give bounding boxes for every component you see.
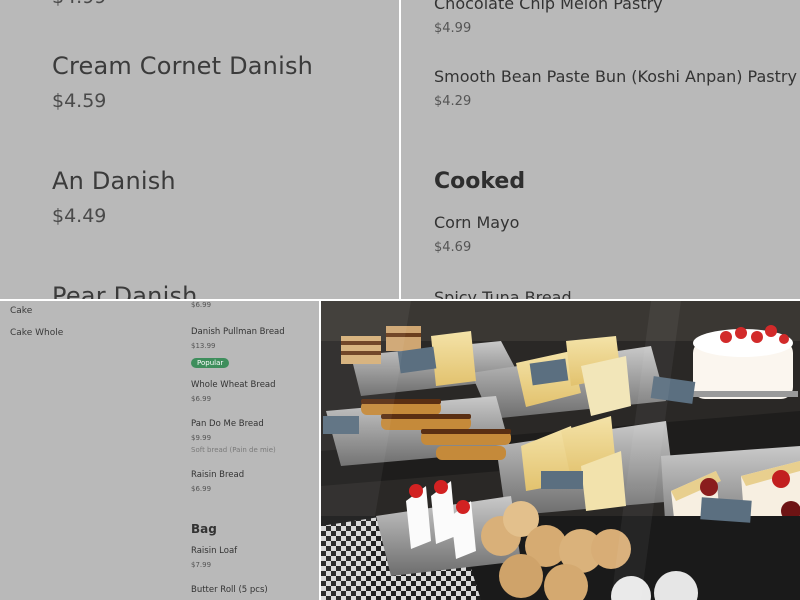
item-price: $6.99 (191, 485, 212, 493)
item-name: Pan Do Me Bread (191, 419, 264, 429)
cut-off-price: $6.99 (191, 301, 212, 309)
menu-item[interactable]: Danish Pullman Bread $13.99 Popular (191, 327, 285, 369)
popular-badge: Popular (191, 358, 230, 368)
section-heading-cooked: Cooked (434, 169, 526, 194)
strawberry-whole-cake (693, 325, 798, 399)
item-price: $4.49 (52, 205, 107, 227)
item-price: $4.99 (434, 21, 472, 36)
item-name: Raisin Bread (191, 470, 245, 480)
menu-item[interactable]: An Danish $4.49 (52, 167, 176, 227)
item-price: $4.69 (434, 240, 472, 255)
menu-panel-pastry-cooked: Chocolate Chip Melon Pastry $4.99 Smooth… (401, 0, 800, 299)
menu-item[interactable]: Raisin Bread $6.99 (191, 470, 244, 493)
item-name: Cream Cornet Danish (52, 52, 314, 80)
item-name: Butter Roll (5 pcs) (191, 585, 268, 595)
menu-item[interactable]: Corn Mayo $4.69 (434, 213, 519, 255)
menu-panel-zoomed-danish: $4.99 Cream Cornet Danish $4.59 An Danis… (0, 0, 399, 299)
item-price: $13.99 (191, 342, 216, 350)
item-name: Corn Mayo (434, 213, 520, 232)
item-name: Raisin Loaf (191, 546, 238, 556)
item-price: $9.99 (191, 434, 212, 442)
menu-item[interactable]: Butter Roll (5 pcs) (191, 585, 268, 595)
cut-off-price: $4.99 (52, 0, 106, 8)
item-name: An Danish (52, 167, 176, 195)
item-price: $7.99 (191, 561, 212, 569)
menu-item[interactable]: Raisin Loaf $7.99 (191, 546, 237, 569)
category-link-cake-whole[interactable]: Cake Whole (10, 328, 63, 338)
menu-item[interactable]: Pan Do Me Bread $9.99 Soft bread (Pain d… (191, 419, 276, 454)
bakery-display-case-photo (321, 301, 800, 600)
section-heading-bag: Bag (191, 522, 217, 536)
menu-item[interactable]: Spicy Tuna Bread (434, 288, 572, 299)
menu-item[interactable]: Pear Danish (52, 282, 198, 299)
item-price: $4.29 (434, 94, 472, 109)
item-name: Chocolate Chip Melon Pastry (434, 0, 663, 13)
item-price: $4.59 (52, 90, 107, 112)
item-name: Smooth Bean Paste Bun (Koshi Anpan) Past… (434, 67, 797, 86)
menu-item[interactable]: Whole Wheat Bread $6.99 (191, 380, 276, 403)
item-price: $6.99 (191, 395, 212, 403)
display-case-illustration (321, 301, 800, 600)
item-description: Soft bread (Pain de mie) (191, 446, 276, 454)
item-name: Pear Danish (52, 282, 198, 299)
item-name: Spicy Tuna Bread (434, 288, 572, 299)
category-link-cake[interactable]: Cake (10, 306, 32, 316)
menu-panel-bread: Cake Cake Whole $6.99 Danish Pullman Bre… (0, 301, 319, 600)
item-name: Whole Wheat Bread (191, 380, 276, 390)
menu-item[interactable]: Cream Cornet Danish $4.59 (52, 52, 313, 112)
menu-item[interactable]: Smooth Bean Paste Bun (Koshi Anpan) Past… (434, 67, 797, 109)
item-name: Danish Pullman Bread (191, 327, 285, 337)
menu-item[interactable]: Chocolate Chip Melon Pastry $4.99 (434, 0, 663, 36)
